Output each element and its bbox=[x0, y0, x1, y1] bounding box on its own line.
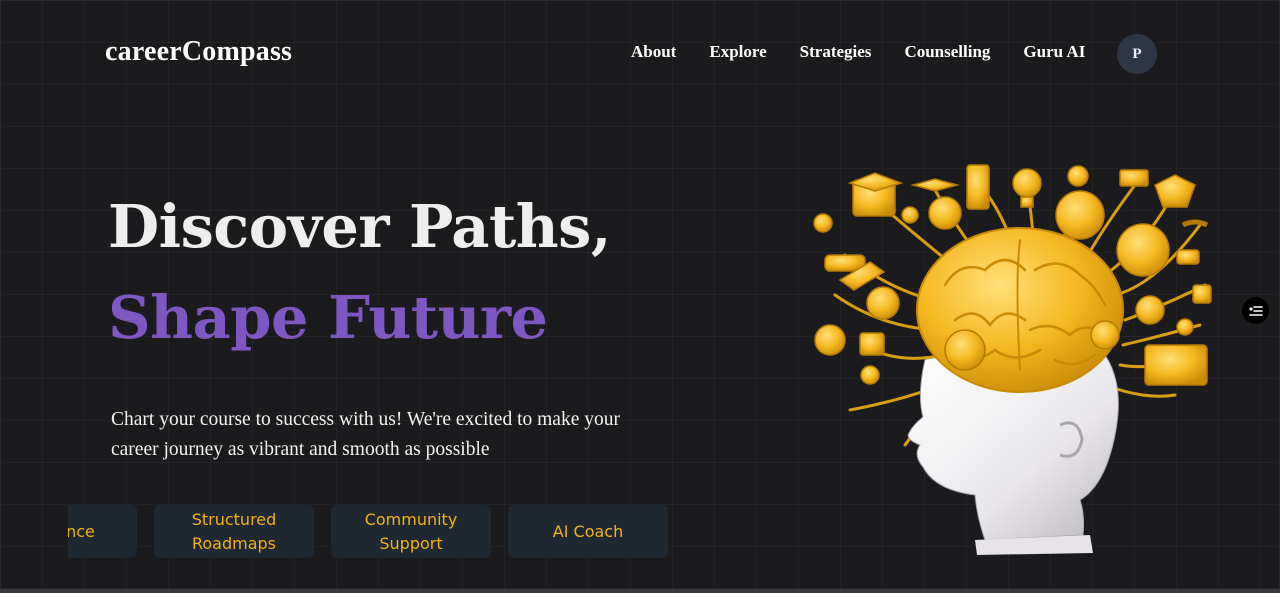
side-panel-toggle[interactable] bbox=[1242, 297, 1269, 324]
nav-guru-ai[interactable]: Guru AI bbox=[1023, 42, 1085, 62]
bottom-scrollbar bbox=[0, 589, 1280, 593]
feature-label: Guidance bbox=[68, 521, 95, 541]
nav-counselling[interactable]: Counselling bbox=[904, 42, 990, 62]
feature-card-guidance[interactable]: Guidance bbox=[68, 505, 137, 558]
feature-card-ai-coach[interactable]: AI Coach bbox=[508, 505, 668, 558]
main-nav: About Explore Strategies Counselling Gur… bbox=[631, 42, 1118, 62]
feature-label: Structured Roadmaps bbox=[191, 509, 277, 553]
hero-line-1: Discover Paths, bbox=[108, 192, 611, 261]
hero-description: Chart your course to success with us! We… bbox=[111, 409, 620, 460]
logo[interactable]: careerCompass bbox=[105, 36, 292, 68]
avatar-initial: P bbox=[1132, 45, 1142, 62]
feature-card-structured-roadmaps[interactable]: Structured Roadmaps bbox=[154, 505, 314, 558]
filter-list-icon bbox=[1248, 305, 1263, 316]
hero-line-2: Shape Future bbox=[108, 283, 548, 352]
nav-strategies[interactable]: Strategies bbox=[800, 42, 872, 62]
nav-about[interactable]: About bbox=[631, 42, 676, 62]
feature-label: Community Support bbox=[364, 509, 458, 553]
feature-track: Guidance Structured Roadmaps Community S… bbox=[68, 505, 685, 558]
brain-head-icon bbox=[813, 164, 1212, 555]
nav-explore[interactable]: Explore bbox=[709, 42, 766, 62]
feature-card-community-support[interactable]: Community Support bbox=[331, 505, 491, 558]
feature-marquee: Guidance Structured Roadmaps Community S… bbox=[68, 505, 708, 559]
avatar[interactable]: P bbox=[1117, 34, 1157, 74]
feature-label: AI Coach bbox=[552, 521, 624, 541]
